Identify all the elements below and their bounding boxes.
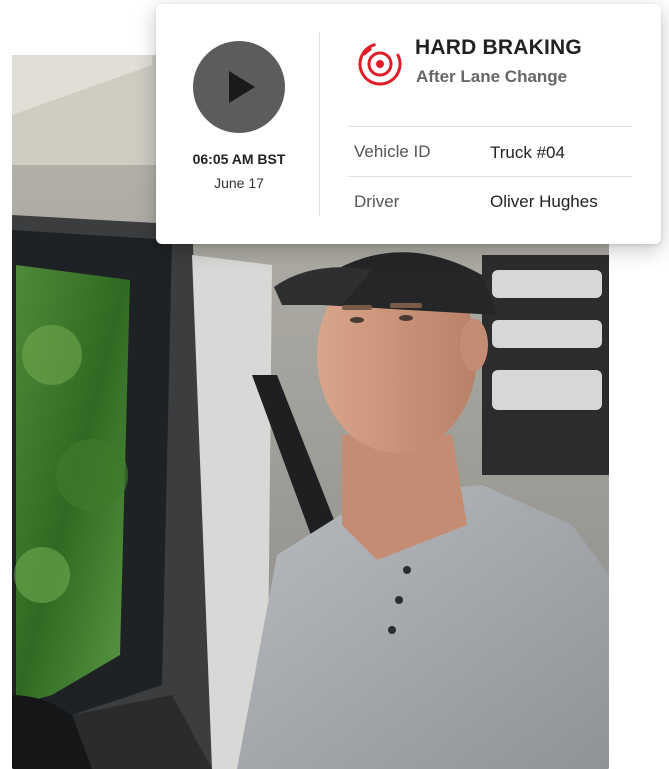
event-time: 06:05 AM BST	[192, 151, 286, 167]
vehicle-id-label: Vehicle ID	[354, 142, 431, 161]
play-icon	[229, 71, 255, 103]
divider	[348, 126, 632, 127]
vertical-divider	[319, 32, 320, 216]
event-title: HARD BRAKING	[415, 36, 582, 59]
brake-alert-icon	[358, 42, 402, 86]
vehicle-id-value: Truck #04	[490, 143, 565, 162]
driver-value: Oliver Hughes	[490, 192, 598, 211]
event-subtitle: After Lane Change	[416, 67, 568, 86]
event-date: June 17	[214, 175, 264, 191]
play-button[interactable]	[193, 41, 285, 133]
event-card: 06:05 AM BST June 17 HARD BRAKING After …	[156, 4, 661, 244]
divider	[348, 176, 632, 177]
driver-label: Driver	[354, 192, 400, 211]
